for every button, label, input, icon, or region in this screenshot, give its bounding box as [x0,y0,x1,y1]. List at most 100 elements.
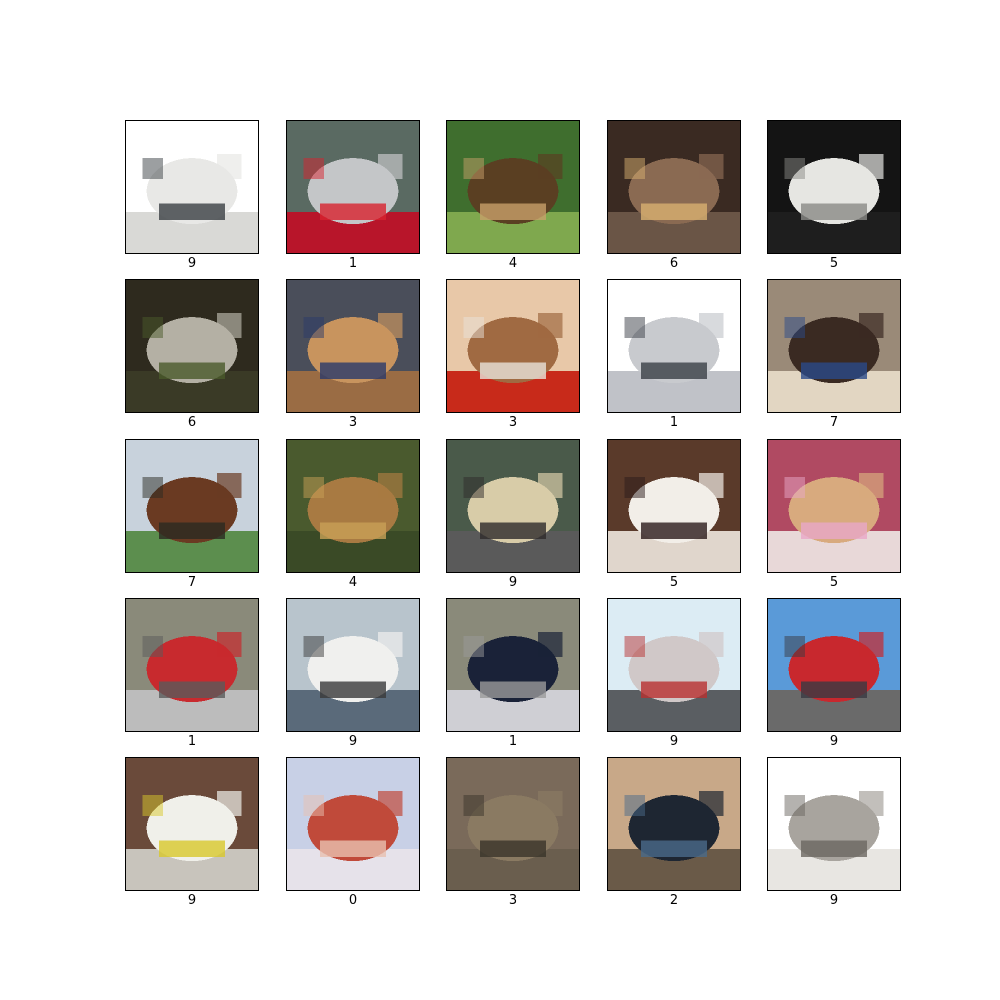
image-class-label: 7 [187,575,197,590]
image-cell: 9 [767,598,901,758]
thumbnail-image [125,120,259,254]
thumbnail-placeholder [287,599,419,731]
image-class-label: 9 [829,734,839,749]
thumbnail-image [607,757,741,891]
image-class-label: 1 [508,734,518,749]
image-class-label: 5 [669,575,679,590]
thumbnail-placeholder [287,758,419,890]
image-class-label: 4 [348,575,358,590]
image-class-label: 5 [829,256,839,271]
image-cell: 5 [767,120,901,280]
image-class-label: 9 [187,893,197,908]
thumbnail-placeholder [287,440,419,572]
thumbnail-image [286,120,420,254]
thumbnail-image [607,279,741,413]
thumbnail-placeholder [608,280,740,412]
image-cell: 3 [446,757,580,917]
image-class-label: 0 [348,893,358,908]
image-class-label: 2 [669,893,679,908]
image-cell: 7 [125,439,259,599]
image-class-label: 6 [669,256,679,271]
thumbnail-image [767,120,901,254]
thumbnail-image [607,120,741,254]
image-cell: 3 [446,279,580,439]
image-class-label: 9 [669,734,679,749]
thumbnail-placeholder [126,440,258,572]
image-class-label: 9 [348,734,358,749]
image-cell: 3 [286,279,420,439]
thumbnail-placeholder [608,758,740,890]
image-cell: 6 [607,120,741,280]
image-cell: 1 [607,279,741,439]
thumbnail-image [767,279,901,413]
thumbnail-image [286,757,420,891]
image-cell: 9 [125,757,259,917]
thumbnail-placeholder [447,121,579,253]
thumbnail-placeholder [287,121,419,253]
image-cell: 5 [607,439,741,599]
thumbnail-image [286,279,420,413]
image-class-label: 1 [348,256,358,271]
thumbnail-image [767,598,901,732]
thumbnail-placeholder [608,121,740,253]
thumbnail-placeholder [768,599,900,731]
thumbnail-placeholder [608,440,740,572]
thumbnail-placeholder [447,280,579,412]
image-class-label: 1 [669,415,679,430]
image-class-label: 9 [187,256,197,271]
thumbnail-image [446,439,580,573]
image-class-label: 7 [829,415,839,430]
image-cell: 0 [286,757,420,917]
image-cell: 5 [767,439,901,599]
image-cell: 6 [125,279,259,439]
image-class-label: 1 [187,734,197,749]
thumbnail-image [767,757,901,891]
thumbnail-placeholder [126,599,258,731]
thumbnail-placeholder [126,280,258,412]
image-class-label: 9 [829,893,839,908]
thumbnail-image [446,120,580,254]
image-cell: 2 [607,757,741,917]
image-cell: 9 [446,439,580,599]
thumbnail-image [125,757,259,891]
image-cell: 9 [607,598,741,758]
thumbnail-image [607,598,741,732]
image-cell: 7 [767,279,901,439]
thumbnail-image [286,598,420,732]
image-cell: 1 [446,598,580,758]
thumbnail-placeholder [768,440,900,572]
image-grid: 9 1 4 6 5 6 3 3 1 7 7 4 9 5 5 1 9 1 9 9 9 0 3 2 9 [0,0,1000,1000]
thumbnail-image [446,598,580,732]
image-cell: 9 [125,120,259,280]
image-cell: 1 [286,120,420,280]
thumbnail-placeholder [768,121,900,253]
thumbnail-placeholder [447,758,579,890]
thumbnail-image [125,598,259,732]
image-class-label: 5 [829,575,839,590]
image-class-label: 3 [348,415,358,430]
image-cell: 4 [286,439,420,599]
thumbnail-image [125,279,259,413]
image-cell: 1 [125,598,259,758]
thumbnail-placeholder [126,758,258,890]
image-class-label: 3 [508,415,518,430]
thumbnail-image [607,439,741,573]
thumbnail-image [446,279,580,413]
thumbnail-image [446,757,580,891]
thumbnail-placeholder [768,280,900,412]
thumbnail-placeholder [768,758,900,890]
image-cell: 4 [446,120,580,280]
image-class-label: 6 [187,415,197,430]
image-class-label: 9 [508,575,518,590]
thumbnail-placeholder [447,599,579,731]
thumbnail-placeholder [608,599,740,731]
image-cell: 9 [286,598,420,758]
thumbnail-placeholder [287,280,419,412]
image-class-label: 3 [508,893,518,908]
thumbnail-image [767,439,901,573]
image-class-label: 4 [508,256,518,271]
thumbnail-image [286,439,420,573]
thumbnail-placeholder [447,440,579,572]
image-cell: 9 [767,757,901,917]
thumbnail-placeholder [126,121,258,253]
